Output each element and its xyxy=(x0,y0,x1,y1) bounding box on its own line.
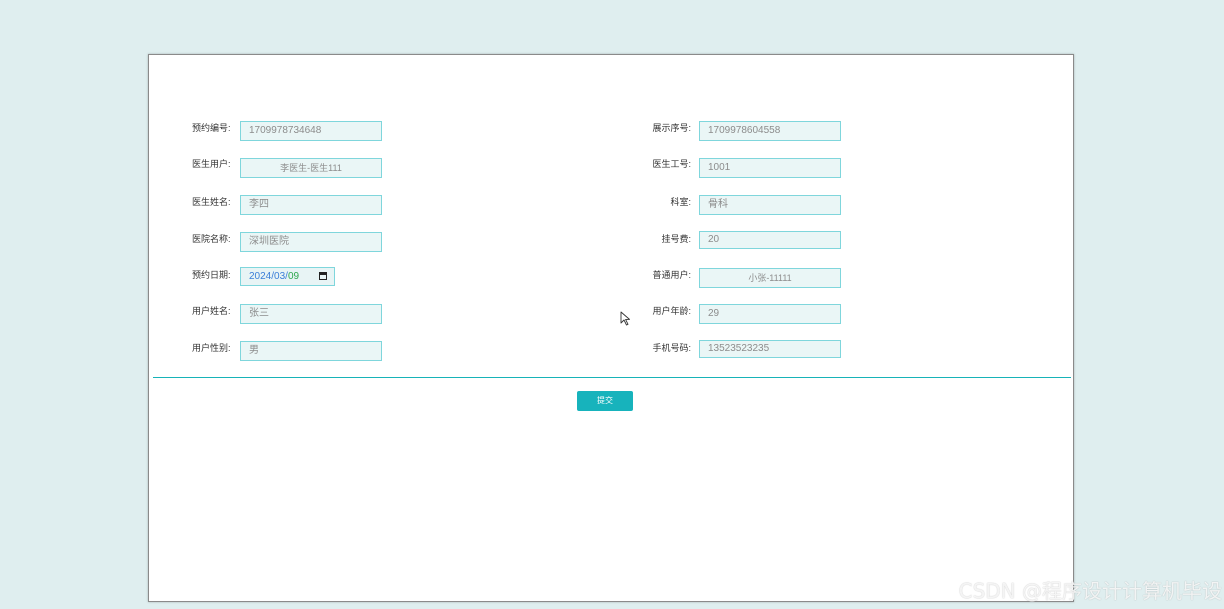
regular-user-select[interactable]: 小张-11111 xyxy=(699,268,841,288)
label-doctor-user: 医生用户: xyxy=(192,159,231,169)
user-age-field[interactable]: 29 xyxy=(699,304,841,324)
hospital-name-field[interactable]: 深圳医院 xyxy=(240,232,382,252)
form-panel: 预约编号: 1709978734648 医生用户: 李医生-医生111 医生姓名… xyxy=(148,54,1074,602)
label-user-age: 用户年龄: xyxy=(652,306,691,316)
label-user-gender: 用户性别: xyxy=(192,343,231,353)
form-divider xyxy=(153,377,1071,378)
label-hospital-name: 医院名称: xyxy=(192,234,231,244)
date-day: 09 xyxy=(287,271,300,282)
doctor-id-field[interactable]: 1001 xyxy=(699,158,841,178)
mouse-cursor-icon xyxy=(620,311,630,326)
submit-button[interactable]: 提交 xyxy=(577,391,633,411)
appointment-date-input[interactable]: 2024/03/09 xyxy=(240,267,335,286)
display-no-field[interactable]: 1709978604558 xyxy=(699,121,841,141)
label-department: 科室: xyxy=(670,197,691,207)
label-display-no: 展示序号: xyxy=(652,123,691,133)
date-year: 2024 xyxy=(249,271,272,282)
doctor-name-field[interactable]: 李四 xyxy=(240,195,382,215)
label-regular-user: 普通用户: xyxy=(652,270,691,280)
label-appointment-date: 预约日期: xyxy=(192,270,231,280)
label-doctor-name: 医生姓名: xyxy=(192,197,231,207)
department-field[interactable]: 骨科 xyxy=(699,195,841,215)
calendar-icon[interactable] xyxy=(319,272,327,280)
user-name-field[interactable]: 张三 xyxy=(240,304,382,324)
registration-fee-field[interactable]: 20 xyxy=(699,231,841,249)
label-appointment-no: 预约编号: xyxy=(192,123,231,133)
doctor-user-select[interactable]: 李医生-医生111 xyxy=(240,158,382,178)
label-phone-number: 手机号码: xyxy=(652,343,691,353)
label-doctor-id: 医生工号: xyxy=(652,159,691,169)
label-registration-fee: 挂号费: xyxy=(661,234,691,244)
date-month: 03 xyxy=(274,271,286,282)
watermark: CSDN @程序设计计算机毕设 xyxy=(958,579,1222,603)
user-gender-field[interactable]: 男 xyxy=(240,341,382,361)
appointment-no-field[interactable]: 1709978734648 xyxy=(240,121,382,141)
phone-number-field[interactable]: 13523523235 xyxy=(699,340,841,358)
label-user-name: 用户姓名: xyxy=(192,306,231,316)
